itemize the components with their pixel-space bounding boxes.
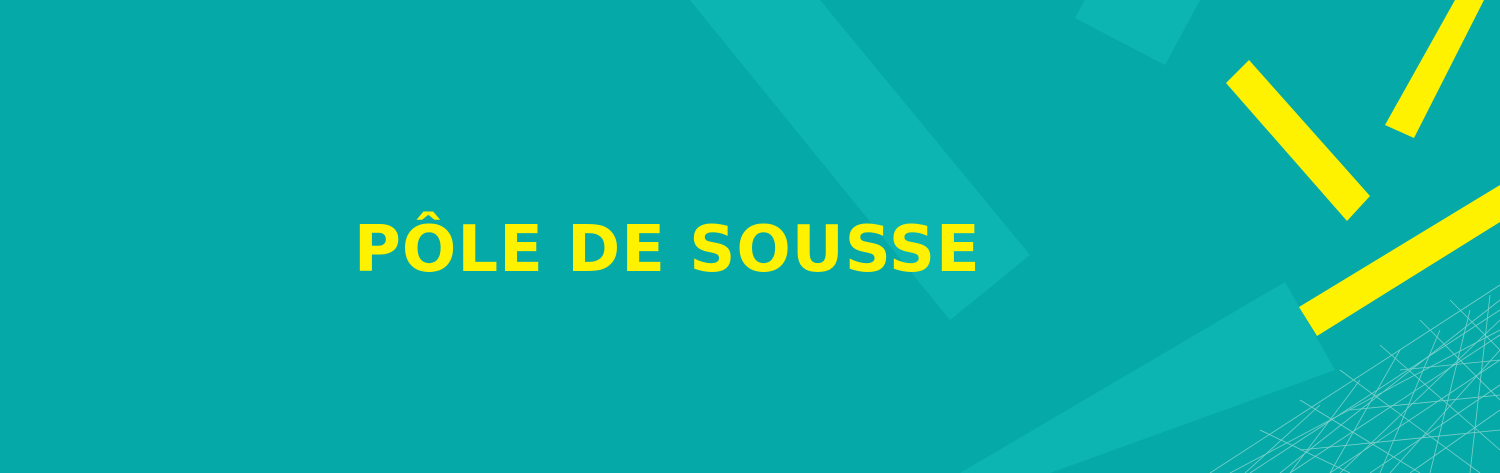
yellow-stroke-top bbox=[1385, 0, 1484, 138]
yellow-stroke-long bbox=[1299, 185, 1500, 336]
light-lower-band bbox=[960, 282, 1335, 473]
hero-banner: PÔLE DE SOUSSE bbox=[0, 0, 1500, 473]
yellow-stroke-left bbox=[1226, 60, 1370, 221]
light-top-band bbox=[1075, 0, 1200, 65]
page-title: PÔLE DE SOUSSE bbox=[354, 213, 981, 287]
